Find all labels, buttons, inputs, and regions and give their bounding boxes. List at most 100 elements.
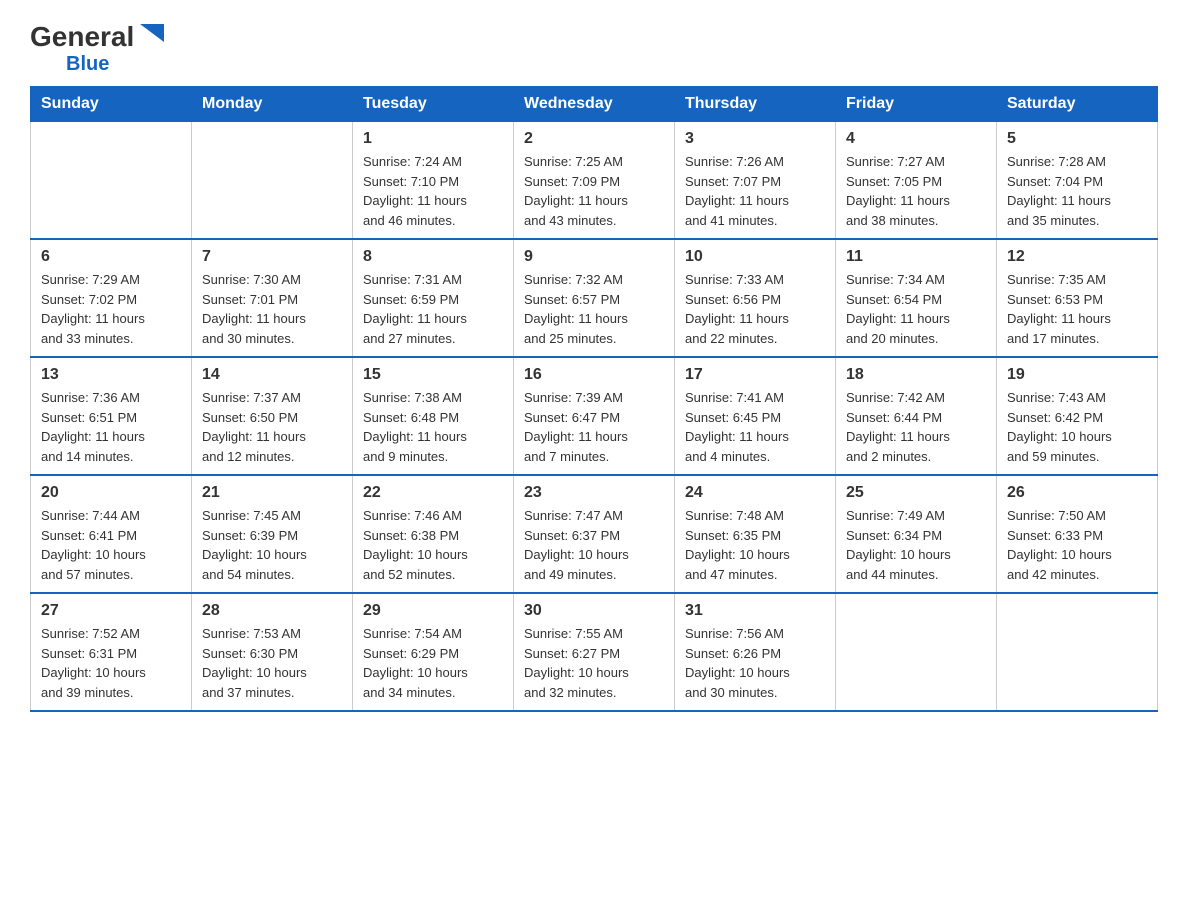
calendar-cell: 23Sunrise: 7:47 AM Sunset: 6:37 PM Dayli… — [514, 475, 675, 593]
day-number: 21 — [202, 484, 342, 502]
calendar-cell: 7Sunrise: 7:30 AM Sunset: 7:01 PM Daylig… — [192, 239, 353, 357]
day-info: Sunrise: 7:35 AM Sunset: 6:53 PM Dayligh… — [1007, 270, 1147, 348]
day-info: Sunrise: 7:24 AM Sunset: 7:10 PM Dayligh… — [363, 152, 503, 230]
day-number: 7 — [202, 248, 342, 266]
day-number: 1 — [363, 130, 503, 148]
day-info: Sunrise: 7:33 AM Sunset: 6:56 PM Dayligh… — [685, 270, 825, 348]
day-info: Sunrise: 7:29 AM Sunset: 7:02 PM Dayligh… — [41, 270, 181, 348]
day-info: Sunrise: 7:47 AM Sunset: 6:37 PM Dayligh… — [524, 506, 664, 584]
day-info: Sunrise: 7:41 AM Sunset: 6:45 PM Dayligh… — [685, 388, 825, 466]
calendar-cell: 4 Sunrise: 7:27 AM Sunset: 7:05 PM Daylig… — [836, 122, 997, 240]
calendar-cell — [31, 122, 192, 240]
day-number: 26 — [1007, 484, 1147, 502]
day-info: Sunrise: 7:38 AM Sunset: 6:48 PM Dayligh… — [363, 388, 503, 466]
day-info: Sunrise: 7:37 AM Sunset: 6:50 PM Dayligh… — [202, 388, 342, 466]
header-monday: Monday — [192, 87, 353, 122]
calendar-cell — [192, 122, 353, 240]
day-number: 19 — [1007, 366, 1147, 384]
day-number: 22 — [363, 484, 503, 502]
calendar-cell: 5Sunrise: 7:28 AM Sunset: 7:04 PM Daylig… — [997, 122, 1158, 240]
day-info: Sunrise: 7:39 AM Sunset: 6:47 PM Dayligh… — [524, 388, 664, 466]
day-info: Sunrise: 7:26 AM Sunset: 7:07 PM Dayligh… — [685, 152, 825, 230]
day-number: 15 — [363, 366, 503, 384]
calendar-cell: 27 Sunrise: 7:52 AM Sunset: 6:31 PM Dayli… — [31, 593, 192, 711]
header-thursday: Thursday — [675, 87, 836, 122]
calendar-cell: 10 Sunrise: 7:33 AM Sunset: 6:56 PM Dayli… — [675, 239, 836, 357]
header-wednesday: Wednesday — [514, 87, 675, 122]
day-info: Sunrise: 7:42 AM Sunset: 6:44 PM Dayligh… — [846, 388, 986, 466]
calendar-cell: 24 Sunrise: 7:48 AM Sunset: 6:35 PM Dayli… — [675, 475, 836, 593]
calendar-cell: 18 Sunrise: 7:42 AM Sunset: 6:44 PM Dayli… — [836, 357, 997, 475]
week-row-1: 1 Sunrise: 7:24 AM Sunset: 7:10 PM Daylig… — [31, 122, 1158, 240]
day-number: 24 — [685, 484, 825, 502]
day-info: Sunrise: 7:43 AM Sunset: 6:42 PM Dayligh… — [1007, 388, 1147, 466]
day-number: 17 — [685, 366, 825, 384]
day-number: 28 — [202, 602, 342, 620]
day-number: 29 — [363, 602, 503, 620]
header-row: SundayMondayTuesdayWednesdayThursdayFrid… — [31, 87, 1158, 122]
page-header: General Blue — [30, 20, 1158, 76]
day-number: 27 — [41, 602, 181, 620]
logo-blue: Blue — [66, 53, 109, 76]
day-info: Sunrise: 7:36 AM Sunset: 6:51 PM Dayligh… — [41, 388, 181, 466]
day-number: 3 — [685, 130, 825, 148]
week-row-3: 13 Sunrise: 7:36 AM Sunset: 6:51 PM Dayli… — [31, 357, 1158, 475]
calendar-cell: 3 Sunrise: 7:26 AM Sunset: 7:07 PM Daylig… — [675, 122, 836, 240]
day-info: Sunrise: 7:45 AM Sunset: 6:39 PM Dayligh… — [202, 506, 342, 584]
header-tuesday: Tuesday — [353, 87, 514, 122]
day-number: 6 — [41, 248, 181, 266]
day-info: Sunrise: 7:53 AM Sunset: 6:30 PM Dayligh… — [202, 624, 342, 702]
calendar-table: SundayMondayTuesdayWednesdayThursdayFrid… — [30, 86, 1158, 712]
calendar-cell — [836, 593, 997, 711]
day-info: Sunrise: 7:56 AM Sunset: 6:26 PM Dayligh… — [685, 624, 825, 702]
calendar-cell: 8Sunrise: 7:31 AM Sunset: 6:59 PM Daylig… — [353, 239, 514, 357]
calendar-cell: 31 Sunrise: 7:56 AM Sunset: 6:26 PM Dayli… — [675, 593, 836, 711]
day-number: 18 — [846, 366, 986, 384]
calendar-cell: 15 Sunrise: 7:38 AM Sunset: 6:48 PM Dayli… — [353, 357, 514, 475]
week-row-4: 20 Sunrise: 7:44 AM Sunset: 6:41 PM Dayli… — [31, 475, 1158, 593]
week-row-5: 27 Sunrise: 7:52 AM Sunset: 6:31 PM Dayli… — [31, 593, 1158, 711]
day-number: 11 — [846, 248, 986, 266]
day-number: 10 — [685, 248, 825, 266]
day-info: Sunrise: 7:28 AM Sunset: 7:04 PM Dayligh… — [1007, 152, 1147, 230]
logo-general: General — [30, 23, 134, 51]
day-info: Sunrise: 7:50 AM Sunset: 6:33 PM Dayligh… — [1007, 506, 1147, 584]
day-number: 13 — [41, 366, 181, 384]
calendar-cell: 30Sunrise: 7:55 AM Sunset: 6:27 PM Dayli… — [514, 593, 675, 711]
calendar-cell: 17 Sunrise: 7:41 AM Sunset: 6:45 PM Dayli… — [675, 357, 836, 475]
day-number: 20 — [41, 484, 181, 502]
day-info: Sunrise: 7:48 AM Sunset: 6:35 PM Dayligh… — [685, 506, 825, 584]
day-info: Sunrise: 7:44 AM Sunset: 6:41 PM Dayligh… — [41, 506, 181, 584]
header-saturday: Saturday — [997, 87, 1158, 122]
calendar-cell: 25 Sunrise: 7:49 AM Sunset: 6:34 PM Dayli… — [836, 475, 997, 593]
logo: General Blue — [30, 20, 166, 76]
calendar-cell: 12 Sunrise: 7:35 AM Sunset: 6:53 PM Dayli… — [997, 239, 1158, 357]
day-info: Sunrise: 7:52 AM Sunset: 6:31 PM Dayligh… — [41, 624, 181, 702]
calendar-cell: 13 Sunrise: 7:36 AM Sunset: 6:51 PM Dayli… — [31, 357, 192, 475]
day-info: Sunrise: 7:49 AM Sunset: 6:34 PM Dayligh… — [846, 506, 986, 584]
day-info: Sunrise: 7:31 AM Sunset: 6:59 PM Dayligh… — [363, 270, 503, 348]
day-number: 25 — [846, 484, 986, 502]
calendar-cell: 16 Sunrise: 7:39 AM Sunset: 6:47 PM Dayli… — [514, 357, 675, 475]
day-info: Sunrise: 7:25 AM Sunset: 7:09 PM Dayligh… — [524, 152, 664, 230]
calendar-cell: 1 Sunrise: 7:24 AM Sunset: 7:10 PM Daylig… — [353, 122, 514, 240]
calendar-cell: 26 Sunrise: 7:50 AM Sunset: 6:33 PM Dayli… — [997, 475, 1158, 593]
header-friday: Friday — [836, 87, 997, 122]
calendar-cell: 9Sunrise: 7:32 AM Sunset: 6:57 PM Daylig… — [514, 239, 675, 357]
day-number: 12 — [1007, 248, 1147, 266]
calendar-cell: 28 Sunrise: 7:53 AM Sunset: 6:30 PM Dayli… — [192, 593, 353, 711]
calendar-cell: 20 Sunrise: 7:44 AM Sunset: 6:41 PM Dayli… — [31, 475, 192, 593]
day-number: 31 — [685, 602, 825, 620]
calendar-cell — [997, 593, 1158, 711]
calendar-body: 1 Sunrise: 7:24 AM Sunset: 7:10 PM Daylig… — [31, 122, 1158, 712]
day-number: 4 — [846, 130, 986, 148]
logo-triangle-icon — [138, 20, 166, 48]
calendar-cell: 19 Sunrise: 7:43 AM Sunset: 6:42 PM Dayli… — [997, 357, 1158, 475]
week-row-2: 6 Sunrise: 7:29 AM Sunset: 7:02 PM Daylig… — [31, 239, 1158, 357]
calendar-header: SundayMondayTuesdayWednesdayThursdayFrid… — [31, 87, 1158, 122]
calendar-cell: 6 Sunrise: 7:29 AM Sunset: 7:02 PM Daylig… — [31, 239, 192, 357]
day-info: Sunrise: 7:27 AM Sunset: 7:05 PM Dayligh… — [846, 152, 986, 230]
calendar-cell: 14Sunrise: 7:37 AM Sunset: 6:50 PM Dayli… — [192, 357, 353, 475]
day-number: 16 — [524, 366, 664, 384]
header-sunday: Sunday — [31, 87, 192, 122]
